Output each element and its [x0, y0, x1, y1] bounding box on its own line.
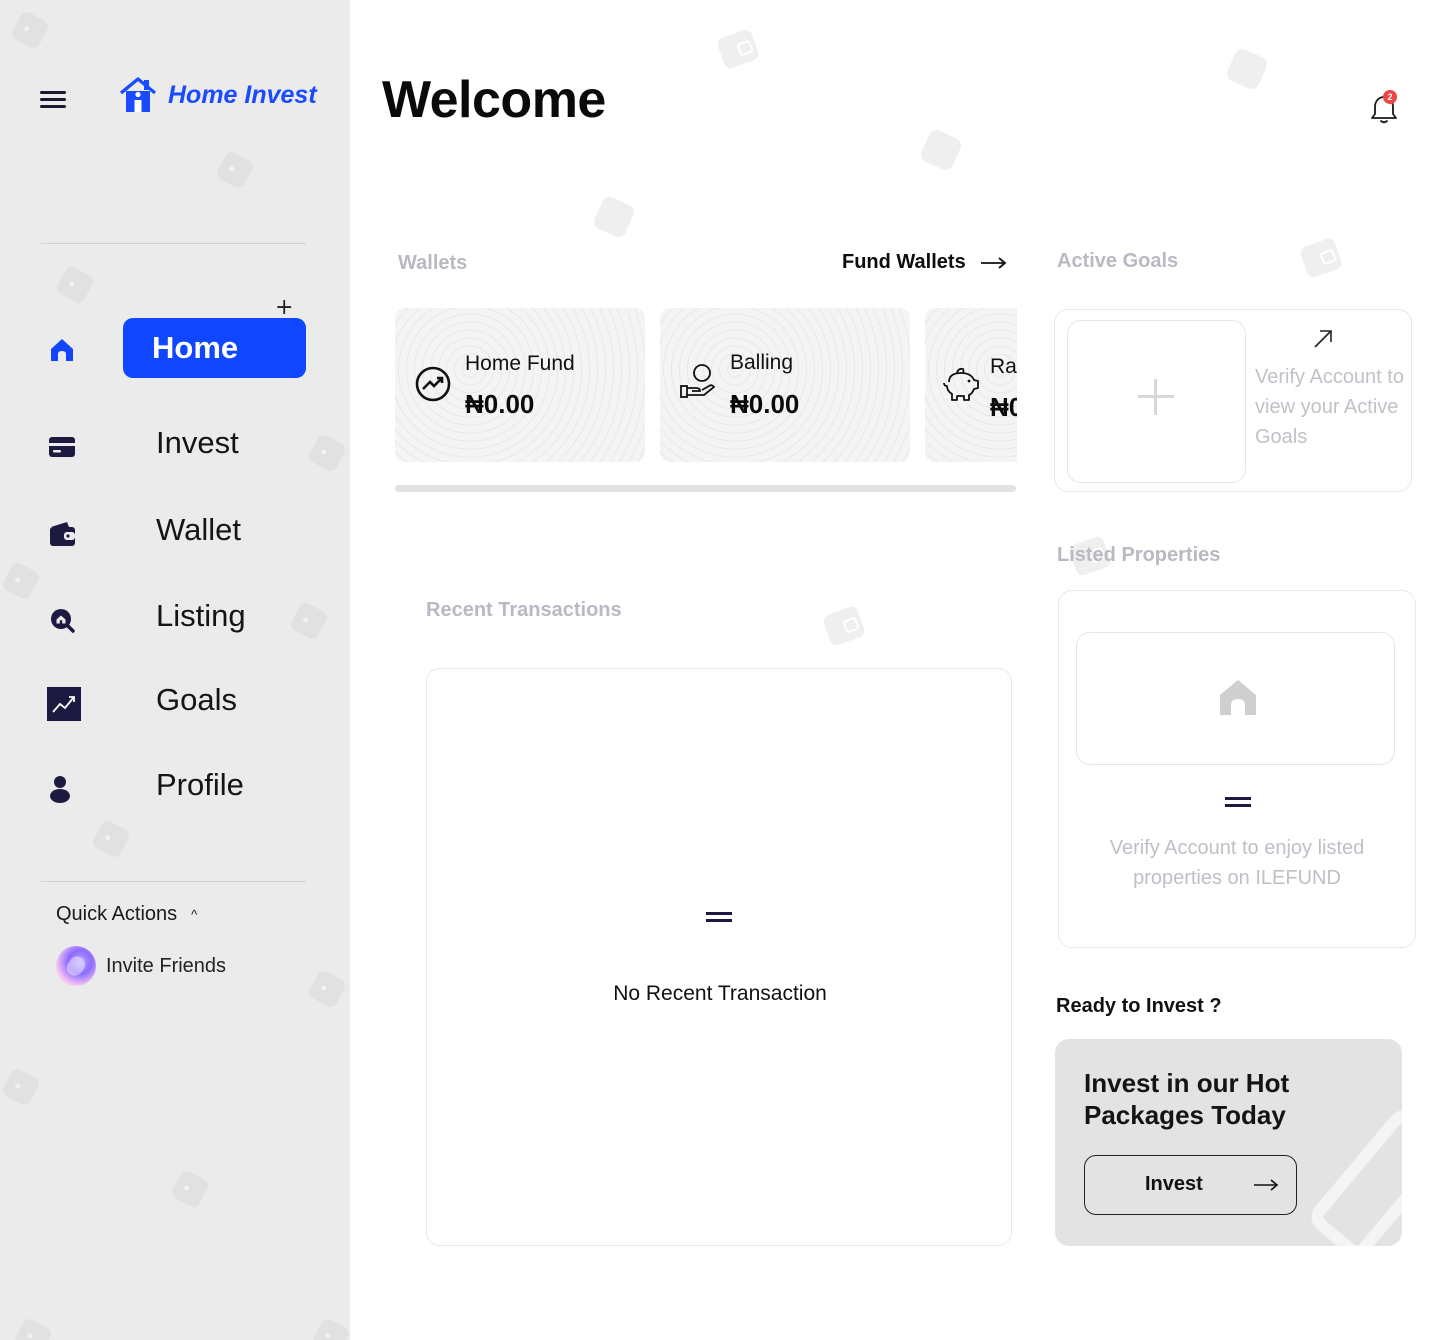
invest-promo-card: Invest in our Hot Packages Today Invest	[1055, 1039, 1402, 1246]
sidebar-divider	[41, 243, 306, 244]
wallet-amount: ₦0.00	[465, 389, 535, 419]
card-icon	[46, 431, 78, 463]
background-decoration	[54, 264, 96, 306]
piggy-bank-icon	[943, 367, 979, 401]
notification-badge: 2	[1383, 90, 1397, 104]
sidebar-item-profile[interactable]: Profile	[40, 757, 310, 817]
sidebar-item-label: Listing	[156, 598, 246, 633]
growth-circle-icon	[415, 366, 451, 402]
arrow-right-icon	[1254, 1179, 1279, 1191]
background-decoration	[0, 1066, 42, 1108]
invest-button[interactable]: Invest	[1084, 1155, 1297, 1215]
arrow-up-right-icon[interactable]	[1311, 327, 1335, 351]
app-name: Home Invest	[168, 80, 317, 109]
background-decoration	[591, 194, 637, 240]
sidebar-item-label: Invest	[156, 425, 239, 460]
fund-wallets-link[interactable]: Fund Wallets	[842, 251, 1008, 274]
wallet-card[interactable]: Home Fund ₦0.00	[395, 308, 645, 462]
plus-icon	[1138, 379, 1174, 415]
wallet-amount: ₦0	[990, 392, 1017, 422]
user-icon	[46, 773, 78, 805]
background-decoration	[9, 9, 51, 51]
invite-avatar-icon	[56, 946, 96, 986]
sidebar-item-goals[interactable]: Goals	[40, 672, 310, 732]
background-decoration	[169, 1168, 211, 1210]
wallet-name: Home Fund	[465, 352, 575, 375]
background-decoration	[90, 818, 132, 860]
background-decoration	[821, 604, 867, 648]
empty-list-icon	[1225, 797, 1251, 815]
hamburger-menu-icon[interactable]	[40, 90, 66, 110]
sidebar-item-listing[interactable]: Listing	[40, 588, 310, 648]
background-decoration	[1298, 236, 1344, 280]
invest-button-label: Invest	[1145, 1173, 1203, 1195]
hand-coin-icon	[680, 364, 716, 398]
wallet-amount: ₦0.00	[730, 389, 800, 419]
background-decoration	[306, 432, 348, 474]
wallet-icon	[46, 518, 78, 550]
add-goal-button[interactable]	[1067, 320, 1246, 483]
active-goals-title: Active Goals	[1057, 250, 1179, 272]
background-decoration	[918, 127, 964, 173]
trend-chart-icon	[46, 686, 82, 722]
background-decoration	[1224, 46, 1270, 92]
ready-to-invest-heading: Ready to Invest ?	[1056, 995, 1222, 1017]
add-icon[interactable]: +	[275, 297, 293, 319]
wallet-card[interactable]: Ra ₦0	[925, 308, 1017, 462]
notification-button[interactable]: 2	[1370, 90, 1398, 126]
sidebar: Home Invest + Home Invest Wallet Listing…	[0, 0, 350, 1340]
goals-verify-message: Verify Account to view your Active Goals	[1255, 366, 1404, 448]
chevron-up-icon: ^	[191, 907, 198, 922]
empty-list-icon	[706, 912, 732, 930]
sidebar-item-label: Profile	[156, 767, 244, 802]
sidebar-item-label: Home	[123, 318, 306, 378]
active-goals-card: Verify Account to view your Active Goals	[1054, 309, 1412, 492]
app-logo[interactable]: Home Invest	[118, 76, 317, 114]
background-decoration	[306, 968, 348, 1010]
recent-transactions-card: No Recent Transaction	[426, 668, 1012, 1246]
recent-transactions-title: Recent Transactions	[426, 599, 622, 621]
wallets-carousel[interactable]: Home Fund ₦0.00 Balling ₦0.00 Ra ₦0	[395, 308, 1017, 463]
property-placeholder[interactable]	[1076, 632, 1395, 765]
listed-properties-title: Listed Properties	[1057, 544, 1221, 566]
background-decoration	[12, 1316, 54, 1340]
promo-title: Invest in our Hot Packages Today	[1084, 1068, 1290, 1130]
home-icon	[46, 334, 78, 366]
sidebar-item-label: Wallet	[156, 512, 241, 547]
wallets-title: Wallets	[398, 252, 468, 274]
sidebar-item-wallet[interactable]: Wallet	[40, 502, 310, 562]
quick-actions-title: Quick Actions	[56, 903, 178, 925]
invite-friends-label: Invite Friends	[106, 954, 227, 977]
wallets-scrollbar[interactable]	[395, 485, 1016, 492]
background-decoration	[310, 1316, 350, 1340]
background-decoration	[214, 149, 256, 191]
fund-wallets-label: Fund Wallets	[842, 251, 966, 273]
background-decoration	[715, 27, 761, 71]
wallet-name: Ra	[990, 355, 1017, 378]
sidebar-item-label: Goals	[156, 682, 237, 717]
house-icon	[1220, 680, 1256, 715]
search-house-icon	[46, 604, 78, 636]
listed-properties-card: Verify Account to enjoy listed propertie…	[1058, 590, 1416, 948]
arrow-right-icon	[980, 256, 1007, 269]
background-decoration	[0, 560, 42, 602]
wallet-card[interactable]: Balling ₦0.00	[660, 308, 910, 462]
no-transactions-message: No Recent Transaction	[613, 982, 827, 1005]
invite-friends-button[interactable]: Invite Friends	[56, 946, 226, 986]
properties-verify-message: Verify Account to enjoy listed propertie…	[1109, 837, 1365, 889]
wallet-name: Balling	[730, 351, 794, 374]
sidebar-item-home[interactable]: Home	[40, 318, 310, 378]
house-logo-icon	[119, 77, 157, 112]
sidebar-divider	[41, 881, 306, 882]
sidebar-item-invest[interactable]: Invest	[40, 415, 310, 475]
quick-actions-toggle[interactable]: Quick Actions ^	[56, 903, 197, 926]
page-title: Welcome	[382, 71, 606, 129]
